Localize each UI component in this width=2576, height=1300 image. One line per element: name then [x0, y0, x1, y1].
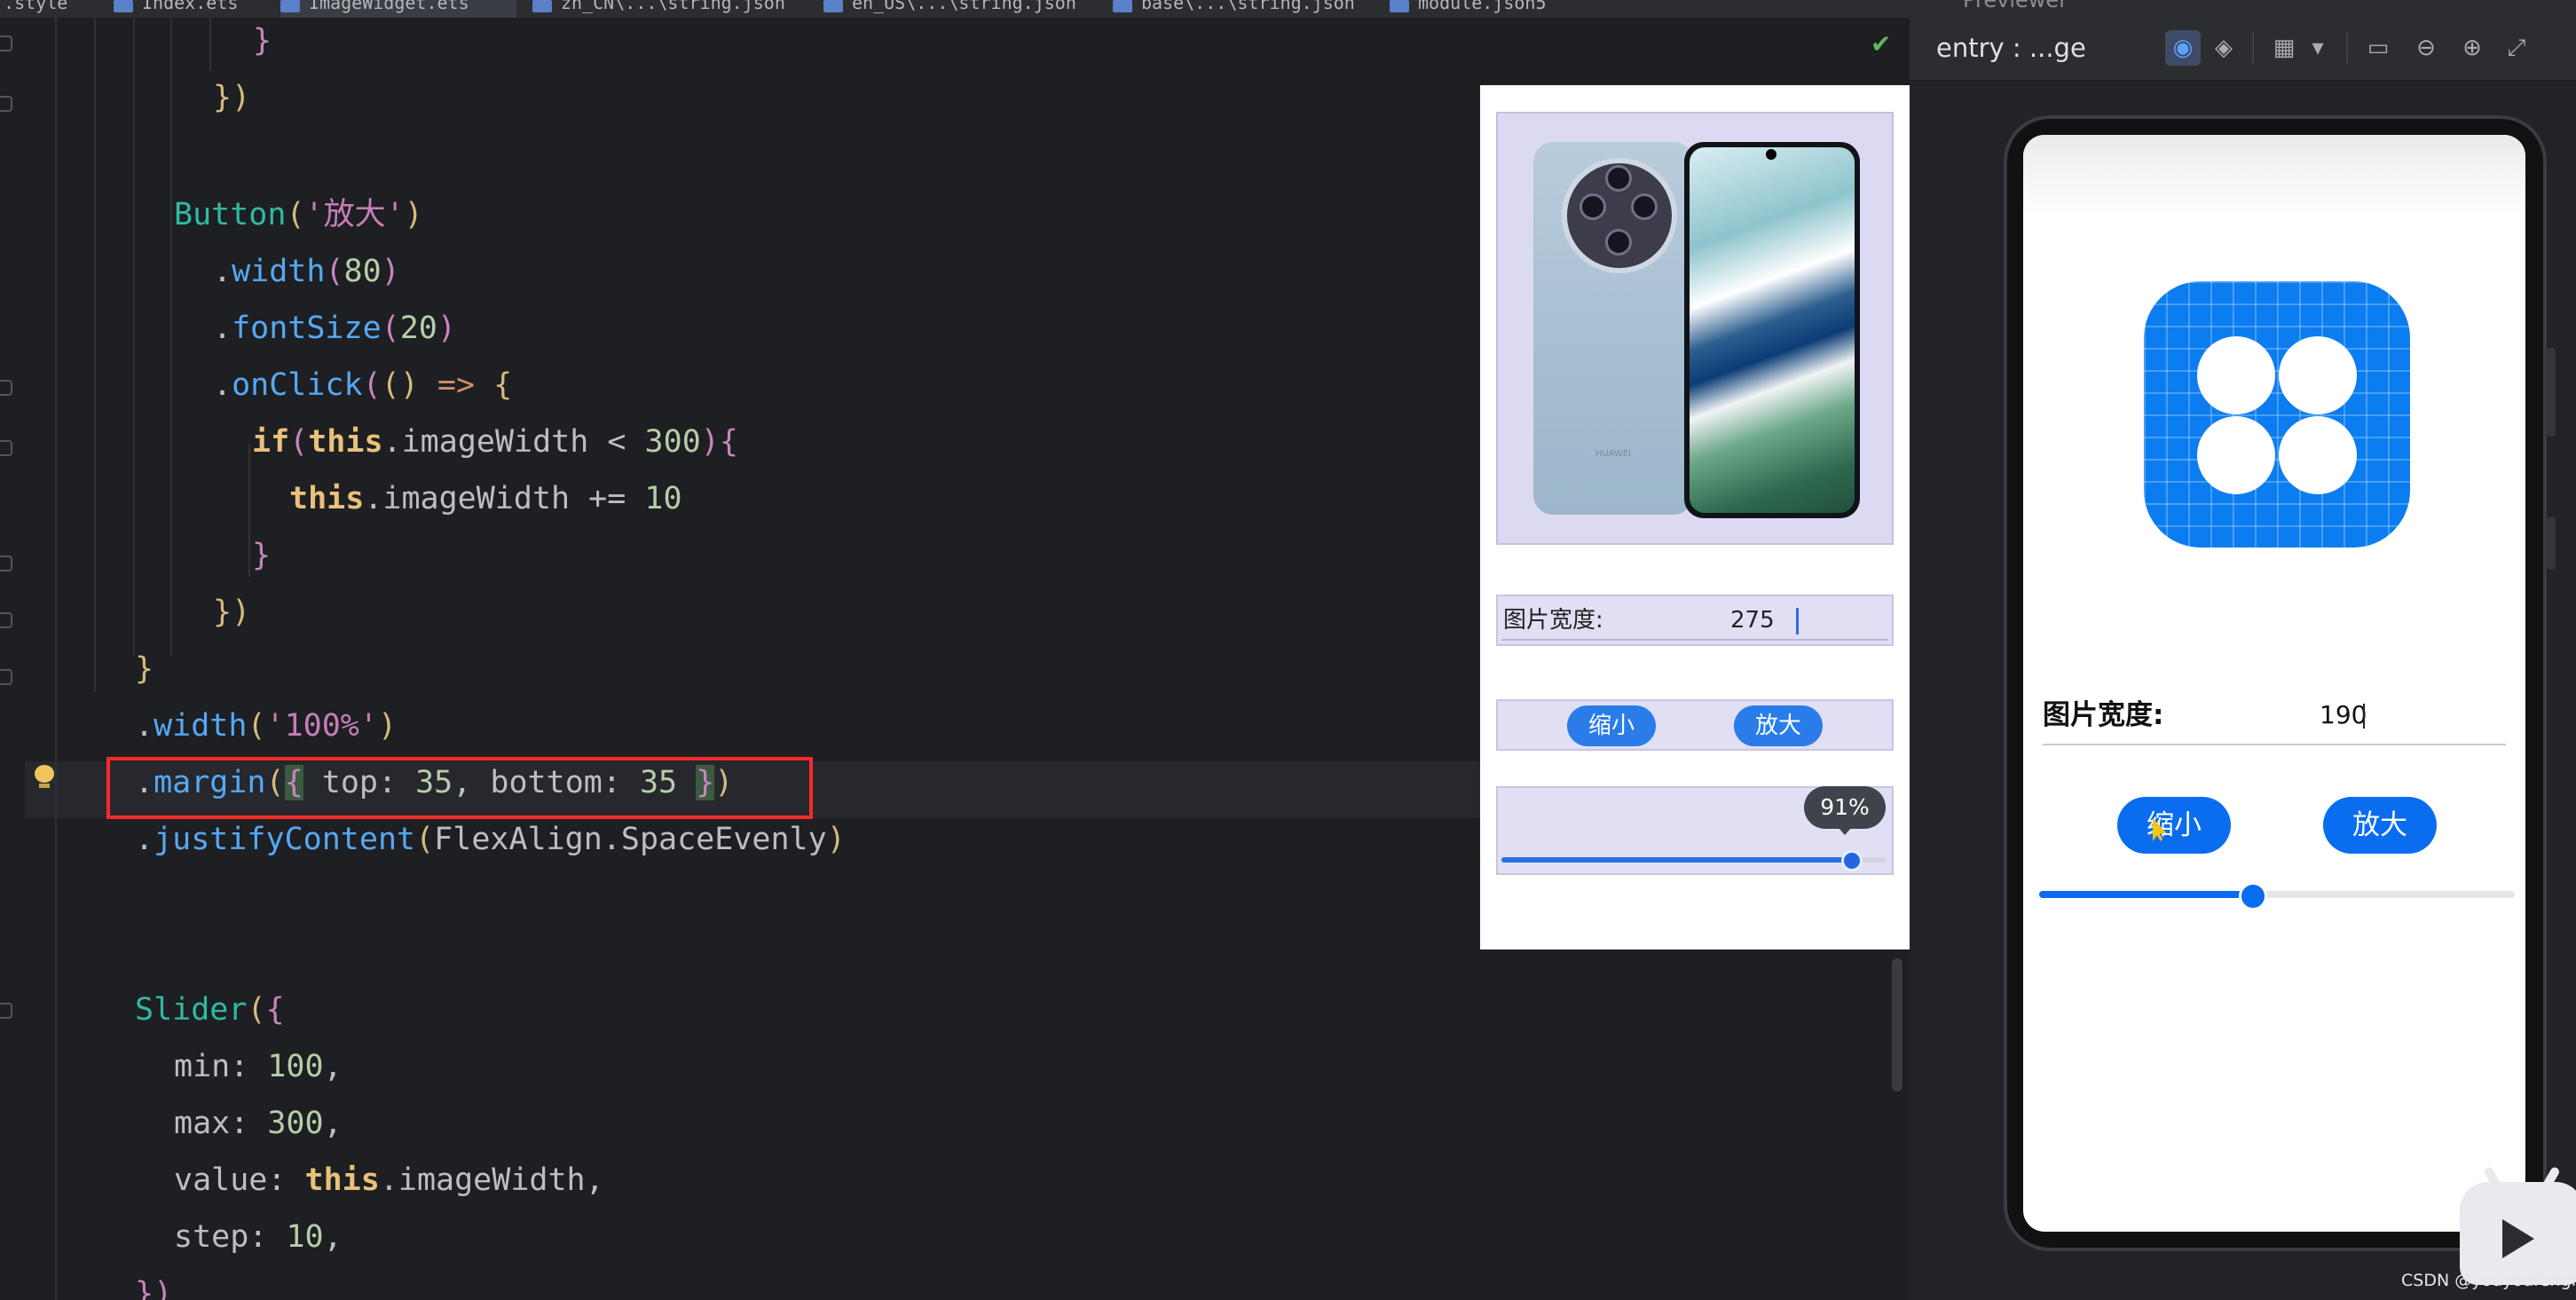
- dropdown-icon[interactable]: ▾: [2300, 30, 2336, 66]
- watermark-text: CSDN @youyoufengfei: [2401, 1271, 2576, 1290]
- previewer-title: entry : ...ge: [1936, 33, 2086, 63]
- fold-marker-icon[interactable]: [0, 1003, 12, 1019]
- code-line[interactable]: .width('100%'): [135, 697, 397, 754]
- code-line[interactable]: value: this.imageWidth,: [174, 1152, 604, 1209]
- tab-style[interactable]: ...style: [0, 0, 67, 18]
- width-row: 图片宽度: 275: [1496, 595, 1894, 646]
- width-input[interactable]: 190: [2320, 694, 2367, 737]
- crop-icon[interactable]: ▭: [2360, 30, 2396, 66]
- slider-fill: [1501, 857, 1852, 863]
- editor-tab-bar: ...style Index.ets ImageWidget.ets zh_CN…: [0, 0, 1910, 18]
- highlight-box: [106, 757, 813, 819]
- previewer-toolbar: entry : ...ge ◉ ◈ ▦ ▾ ▭ ⊖ ⊕ ⤢: [1910, 18, 2576, 82]
- fold-marker-icon[interactable]: [0, 669, 12, 685]
- fold-marker-icon[interactable]: [0, 96, 12, 112]
- slider-track[interactable]: [2039, 891, 2515, 898]
- code-line[interactable]: min: 100,: [174, 1038, 343, 1095]
- code-line[interactable]: }: [252, 527, 271, 584]
- code-line[interactable]: .width(80): [213, 243, 400, 300]
- device-side-button: [2547, 348, 2556, 437]
- file-icon: [280, 0, 300, 12]
- zoom-in-icon[interactable]: ⊕: [2454, 30, 2490, 66]
- slider-thumb[interactable]: [2239, 882, 2268, 910]
- code-line[interactable]: step: 10,: [174, 1209, 343, 1265]
- checkmark-icon: ✔: [1871, 29, 1892, 59]
- shrink-button[interactable]: 缩小: [2117, 797, 2231, 854]
- code-line[interactable]: }: [253, 18, 272, 69]
- phone-back: HUAWEI: [1533, 142, 1693, 515]
- code-line[interactable]: }: [135, 641, 154, 697]
- layers-icon[interactable]: ◈: [2206, 30, 2241, 66]
- camera-module: [1562, 158, 1677, 273]
- file-icon: [1113, 0, 1132, 12]
- grid-icon[interactable]: ▦: [2266, 30, 2302, 66]
- indent-guide: [55, 18, 57, 1300]
- fold-marker-icon[interactable]: [0, 440, 12, 456]
- inspect-icon[interactable]: ◉: [2165, 30, 2201, 66]
- file-icon: [114, 0, 133, 12]
- tab-zh-cn-string[interactable]: zh_CN\...\string.json: [532, 0, 799, 18]
- fold-marker-icon[interactable]: [0, 380, 12, 396]
- slider-thumb[interactable]: [1840, 850, 1863, 871]
- text-caret: [2363, 704, 2365, 729]
- lightbulb-icon[interactable]: [34, 765, 55, 788]
- slider-fill: [2039, 891, 2254, 898]
- phone-image: HUAWEI: [1496, 112, 1894, 545]
- slider-row: 91%: [1496, 786, 1894, 875]
- previewer-panel: Previewer entry : ...ge ◉ ◈ ▦ ▾ ▭ ⊖ ⊕ ⤢ …: [1910, 0, 2576, 1300]
- tab-module-json5[interactable]: module.json5: [1390, 0, 1585, 18]
- indent-guide: [209, 18, 211, 71]
- indent-guide: [133, 18, 135, 657]
- previewer-tab-title: Previewer: [1963, 0, 2068, 12]
- text-caret: [1796, 608, 1799, 634]
- code-line[interactable]: }): [213, 584, 250, 641]
- phone-front: [1684, 142, 1860, 518]
- tab-image-widget[interactable]: ImageWidget.ets: [280, 0, 516, 18]
- button-row: 缩小 放大: [1496, 699, 1894, 751]
- zoom-out-icon[interactable]: ⊖: [2408, 30, 2444, 66]
- fit-icon[interactable]: ⤢: [2499, 30, 2534, 66]
- device-screen: 图片宽度: 190 缩小 放大: [2023, 135, 2525, 1232]
- code-line[interactable]: max: 300,: [174, 1095, 343, 1152]
- indent-guide: [170, 18, 172, 657]
- code-line[interactable]: .fontSize(20): [213, 300, 456, 357]
- code-line[interactable]: if(this.imageWidth < 300){: [252, 414, 738, 470]
- phone-brand-text: HUAWEI: [1595, 449, 1632, 459]
- editor-scrollbar[interactable]: [1892, 958, 1902, 1091]
- file-icon: [823, 0, 843, 12]
- file-icon: [1390, 0, 1409, 12]
- file-icon: [532, 0, 552, 12]
- fold-marker-icon[interactable]: [0, 35, 12, 51]
- width-label: 图片宽度:: [1503, 607, 1603, 634]
- code-line[interactable]: this.imageWidth += 10: [289, 470, 682, 527]
- app-logo-icon: [2144, 281, 2410, 548]
- width-input[interactable]: 275: [1730, 596, 1775, 644]
- code-line[interactable]: .onClick(() => {: [213, 357, 512, 414]
- fold-marker-icon[interactable]: [0, 555, 12, 571]
- code-line[interactable]: }): [135, 1265, 172, 1300]
- code-line[interactable]: .justifyContent(FlexAlign.SpaceEvenly): [135, 811, 846, 868]
- code-line[interactable]: Button('放大'): [174, 186, 423, 243]
- slider-tooltip: 91%: [1804, 786, 1886, 829]
- code-line[interactable]: Slider({: [135, 981, 285, 1038]
- shrink-button[interactable]: 缩小: [1567, 705, 1656, 746]
- width-label: 图片宽度:: [2043, 699, 2164, 731]
- inline-preview-popup: HUAWEI 图片宽度: 275 缩小 放大 91%: [1480, 85, 1911, 949]
- indent-guide: [248, 444, 250, 577]
- indent-guide: [94, 18, 96, 692]
- enlarge-button[interactable]: 放大: [1734, 705, 1823, 746]
- bilibili-logo-icon: [2460, 1165, 2576, 1285]
- tab-en-us-string[interactable]: en_US\...\string.json: [823, 0, 1090, 18]
- device-side-button: [2547, 516, 2556, 570]
- fold-marker-icon[interactable]: [0, 612, 12, 628]
- editor-gutter: [0, 18, 25, 1300]
- enlarge-button[interactable]: 放大: [2323, 797, 2437, 854]
- slider-track[interactable]: [1501, 857, 1887, 863]
- tab-base-string[interactable]: base\...\string.json: [1113, 0, 1379, 18]
- tab-index[interactable]: Index.ets: [114, 0, 273, 18]
- code-line[interactable]: }): [213, 69, 250, 126]
